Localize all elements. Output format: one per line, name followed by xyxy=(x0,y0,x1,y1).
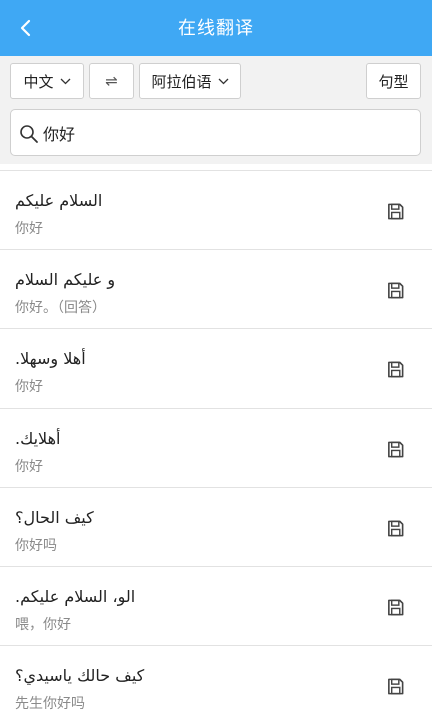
arabic-text: الو، السلام عليكم. xyxy=(15,586,136,606)
target-language-label: 阿拉伯语 xyxy=(151,72,212,91)
swap-languages-button[interactable]: ⇌ xyxy=(89,63,134,99)
result-row[interactable]: و عليكم السلام 你好。（回答） xyxy=(0,249,432,328)
chinese-text: 先生你好吗 xyxy=(15,696,85,713)
arabic-text: السلام عليكم xyxy=(15,191,103,210)
chevron-down-icon xyxy=(60,78,70,84)
chinese-text: 你好吗 xyxy=(15,537,57,554)
save-icon[interactable] xyxy=(386,677,405,696)
sentence-pattern-button[interactable]: 句型 xyxy=(366,63,421,99)
search-icon xyxy=(20,125,38,143)
arabic-text: و عليكم السلام xyxy=(15,270,116,290)
chinese-text: 你好 xyxy=(15,458,43,475)
chinese-text: 你好 xyxy=(15,221,43,237)
result-row[interactable]: أهلايك. 你好 xyxy=(0,407,432,487)
chevron-down-icon xyxy=(218,78,228,84)
save-icon[interactable] xyxy=(386,519,405,538)
save-icon[interactable] xyxy=(386,281,405,300)
arabic-text: أهلا وسهلا. xyxy=(15,349,86,369)
chinese-text: 喂，你好 xyxy=(15,616,71,633)
source-language-select[interactable]: 中文 xyxy=(10,63,84,99)
arabic-text: كيف الحال؟ xyxy=(15,507,94,527)
sentence-pattern-label: 句型 xyxy=(378,72,409,91)
result-row[interactable]: كيف الحال؟ 你好吗 xyxy=(0,486,432,566)
save-icon[interactable] xyxy=(386,202,405,221)
save-icon[interactable] xyxy=(386,440,405,459)
search-box[interactable] xyxy=(10,109,421,156)
source-language-label: 中文 xyxy=(23,72,54,91)
chinese-text: 你好 xyxy=(15,379,43,396)
language-toolbar: 中文 ⇌ 阿拉伯语 句型 xyxy=(0,56,432,106)
target-language-select[interactable]: 阿拉伯语 xyxy=(139,63,241,99)
result-row[interactable]: كيف حالك ياسيدي؟ 先生你好吗 xyxy=(0,645,432,720)
search-input[interactable] xyxy=(43,118,413,148)
result-row[interactable]: الو، السلام عليكم. 喂，你好 xyxy=(0,565,432,645)
app-header: 在线翻译 xyxy=(0,0,432,56)
arabic-text: أهلايك. xyxy=(15,428,61,448)
search-area xyxy=(0,106,432,164)
results-list: السلام عليكم 你好 و عليكم السلام 你好。（回答） أ… xyxy=(0,170,432,720)
save-icon[interactable] xyxy=(386,360,405,379)
page-title: 在线翻译 xyxy=(178,18,254,39)
save-icon[interactable] xyxy=(386,598,405,617)
chinese-text: 你好。（回答） xyxy=(15,300,106,317)
result-row[interactable]: أهلا وسهلا. 你好 xyxy=(0,328,432,407)
swap-icon: ⇌ xyxy=(105,72,118,90)
result-row[interactable]: السلام عليكم 你好 xyxy=(0,170,432,249)
arabic-text: كيف حالك ياسيدي؟ xyxy=(15,666,145,686)
